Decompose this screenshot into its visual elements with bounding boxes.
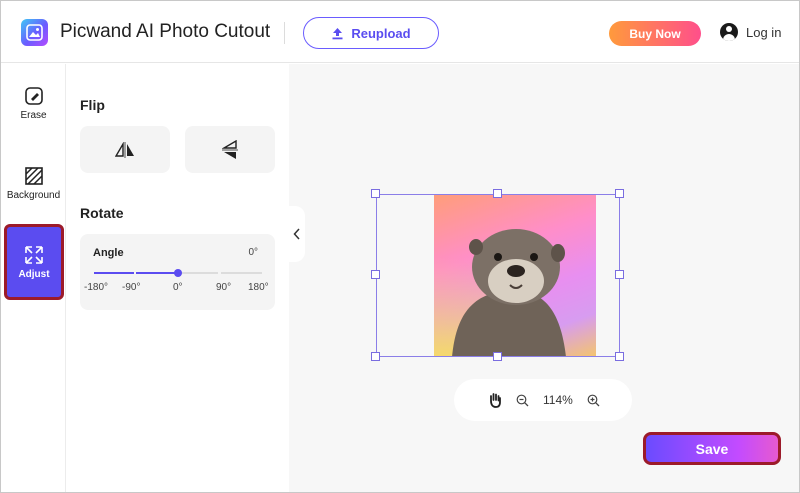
angle-tick: 180°	[248, 282, 269, 293]
rotate-title: Rotate	[80, 205, 124, 221]
upload-icon	[332, 27, 343, 39]
eraser-icon	[24, 87, 43, 105]
reupload-label: Reupload	[351, 25, 411, 41]
angle-track-segment-4[interactable]	[221, 272, 262, 274]
resize-handle[interactable]	[615, 189, 624, 198]
angle-tick: 90°	[216, 282, 232, 293]
tool-adjust[interactable]: Adjust	[4, 224, 64, 300]
collapse-panel-button[interactable]	[289, 206, 305, 262]
angle-label: Angle	[93, 247, 124, 259]
zoom-toolbar: 114%	[454, 379, 632, 421]
angle-track-segment-2[interactable]	[136, 272, 178, 274]
login-button[interactable]: Log in	[720, 23, 781, 41]
zoom-in-icon[interactable]	[587, 394, 600, 407]
angle-ticks: -180° -90° 0° 90° 180°	[80, 282, 275, 296]
resize-handle[interactable]	[615, 352, 624, 361]
zoom-level: 114%	[543, 393, 573, 407]
angle-tick: 0°	[173, 282, 183, 293]
header: Picwand AI Photo Cutout Reupload Buy Now…	[1, 1, 799, 63]
flip-vertical-icon	[222, 139, 238, 159]
buy-now-button[interactable]: Buy Now	[609, 21, 701, 46]
flip-vertical-button[interactable]	[185, 126, 275, 173]
adjust-panel: Flip Rotate Angle 0° -180° -90° 0° 90° 1…	[67, 64, 289, 492]
save-button[interactable]: Save	[643, 432, 781, 465]
user-avatar-icon	[720, 23, 738, 41]
resize-handle[interactable]	[371, 189, 380, 198]
resize-handle[interactable]	[371, 352, 380, 361]
app-logo	[21, 19, 48, 46]
angle-value: 0°	[248, 247, 258, 258]
tool-background-label: Background	[6, 190, 61, 201]
chevron-left-icon	[293, 228, 300, 240]
tool-background[interactable]: Background	[1, 166, 66, 201]
angle-slider-thumb[interactable]	[174, 269, 182, 277]
header-divider	[284, 22, 285, 44]
resize-handle[interactable]	[493, 352, 502, 361]
tool-adjust-label: Adjust	[18, 268, 50, 280]
expand-arrows-icon	[25, 245, 43, 264]
tool-erase-label: Erase	[20, 110, 47, 121]
tool-erase[interactable]: Erase	[1, 86, 66, 121]
image-icon	[26, 24, 43, 41]
zoom-out-icon[interactable]	[516, 394, 529, 407]
angle-tick: -90°	[122, 282, 141, 293]
login-label: Log in	[746, 24, 782, 40]
hand-pan-icon[interactable]	[488, 392, 502, 408]
angle-tick: -180°	[84, 282, 109, 293]
app-title: Picwand AI Photo Cutout	[60, 21, 271, 42]
flip-horizontal-icon	[115, 141, 134, 158]
tool-sidebar: Erase Background Adjust	[1, 64, 66, 492]
resize-handle[interactable]	[615, 270, 624, 279]
editor-canvas[interactable]: 114% Save	[289, 64, 799, 492]
reupload-button[interactable]: Reupload	[303, 17, 439, 49]
flip-horizontal-button[interactable]	[80, 126, 170, 173]
angle-track-segment-3[interactable]	[180, 272, 218, 274]
selection-box[interactable]	[376, 194, 620, 357]
flip-title: Flip	[80, 97, 105, 113]
resize-handle[interactable]	[371, 270, 380, 279]
resize-handle[interactable]	[493, 189, 502, 198]
angle-track-segment-1[interactable]	[94, 272, 134, 274]
rotate-card: Angle 0° -180° -90° 0° 90° 180°	[80, 234, 275, 310]
background-pattern-icon	[24, 167, 43, 185]
